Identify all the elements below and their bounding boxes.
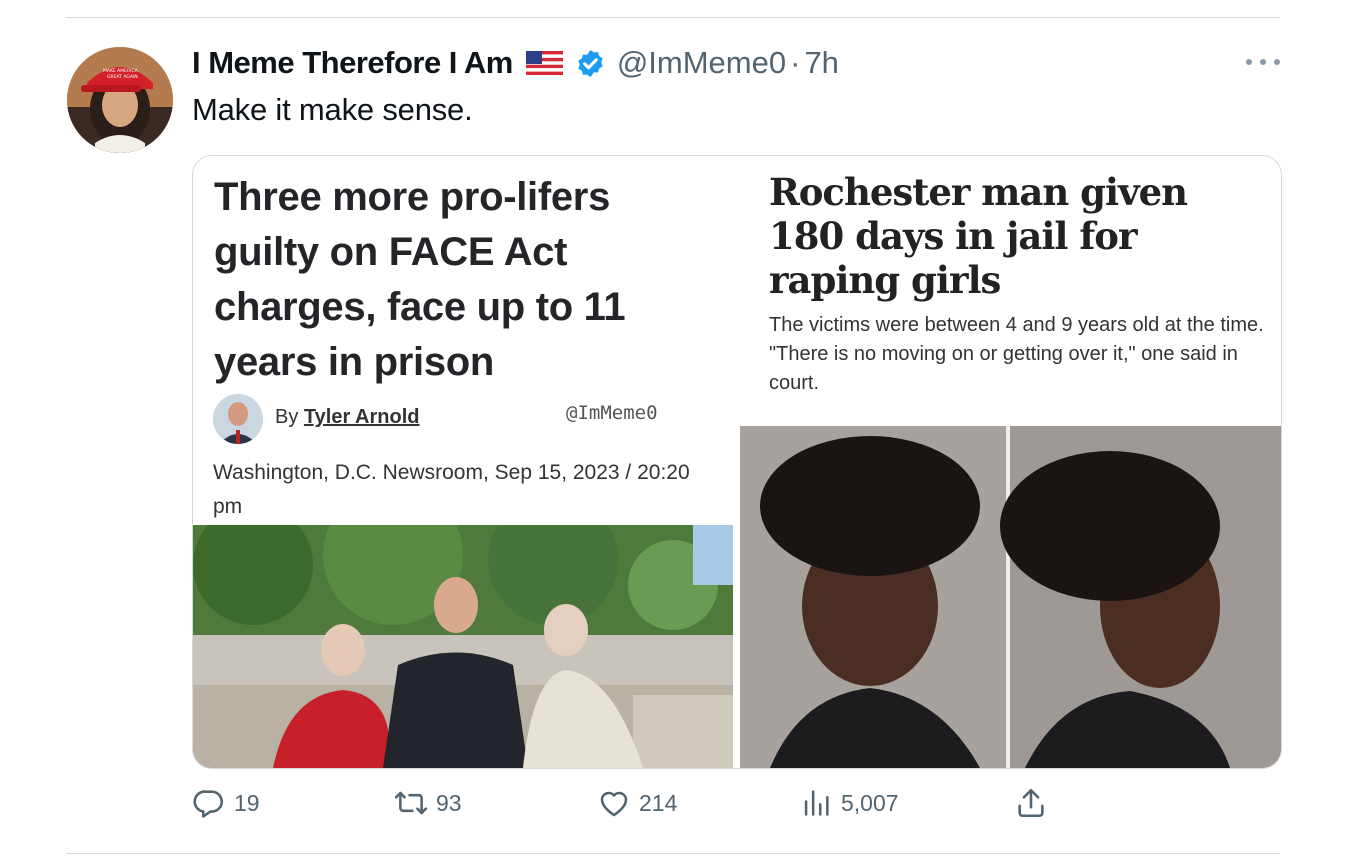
- right-subhead: The victims were between 4 and 9 years o…: [769, 314, 1264, 394]
- reply-count: 19: [234, 789, 260, 816]
- tweet-header: I Meme Therefore I Am @ImMeme0 · 7h: [192, 42, 839, 84]
- author-link[interactable]: Tyler Arnold: [304, 406, 420, 428]
- avatar[interactable]: MAKE AMERICA GREAT AGAIN: [67, 47, 173, 153]
- tweet-text: Make it make sense.: [192, 92, 473, 127]
- display-name[interactable]: I Meme Therefore I Am: [192, 45, 513, 81]
- left-headline: Three more pro-lifers guilty on FACE Act…: [214, 175, 626, 384]
- dateline: Washington, D.C. Newsroom, Sep 15, 2023 …: [213, 461, 690, 518]
- courthouse-group-photo: [193, 525, 733, 768]
- svg-text:GREAT AGAIN: GREAT AGAIN: [107, 74, 138, 80]
- left-article-screenshot[interactable]: Three more pro-lifers guilty on FACE Act…: [193, 156, 733, 768]
- by-prefix: By: [275, 406, 299, 428]
- usa-flag-icon: [525, 51, 563, 75]
- media-card[interactable]: Three more pro-lifers guilty on FACE Act…: [192, 155, 1282, 769]
- like-count: 214: [639, 789, 678, 816]
- separator-dot: ·: [790, 45, 801, 80]
- bottom-divider: [66, 853, 1280, 854]
- watermark: @ImMeme0: [566, 402, 658, 424]
- verified-badge-icon[interactable]: [575, 48, 606, 79]
- reply-icon: [193, 790, 224, 818]
- mugshot-photo: [740, 426, 1281, 768]
- handle[interactable]: @ImMeme0: [617, 45, 786, 81]
- share-button[interactable]: [1014, 786, 1056, 820]
- right-headline: Rochester man given 180 days in jail for…: [769, 170, 1188, 302]
- right-article-screenshot[interactable]: Rochester man given 180 days in jail for…: [740, 156, 1281, 768]
- author-photo: [213, 394, 263, 444]
- views-button[interactable]: 5,007: [799, 786, 899, 820]
- like-button[interactable]: 214: [597, 786, 677, 820]
- top-divider: [66, 17, 1280, 18]
- share-icon: [1018, 788, 1044, 818]
- views-icon: [804, 790, 829, 816]
- views-count: 5,007: [841, 789, 899, 816]
- like-icon: [600, 791, 628, 817]
- retweet-icon: [394, 791, 428, 815]
- timestamp[interactable]: 7h: [804, 45, 838, 81]
- svg-text:MAKE AMERICA: MAKE AMERICA: [103, 68, 139, 74]
- retweet-button[interactable]: 93: [394, 786, 462, 820]
- image-divider: [733, 156, 740, 768]
- reply-button[interactable]: 19: [192, 786, 260, 820]
- byline: By Tyler Arnold: [275, 406, 419, 429]
- retweet-count: 93: [436, 789, 462, 816]
- action-bar: 19 93 214 5,007: [192, 786, 1052, 826]
- more-icon[interactable]: [1246, 50, 1280, 74]
